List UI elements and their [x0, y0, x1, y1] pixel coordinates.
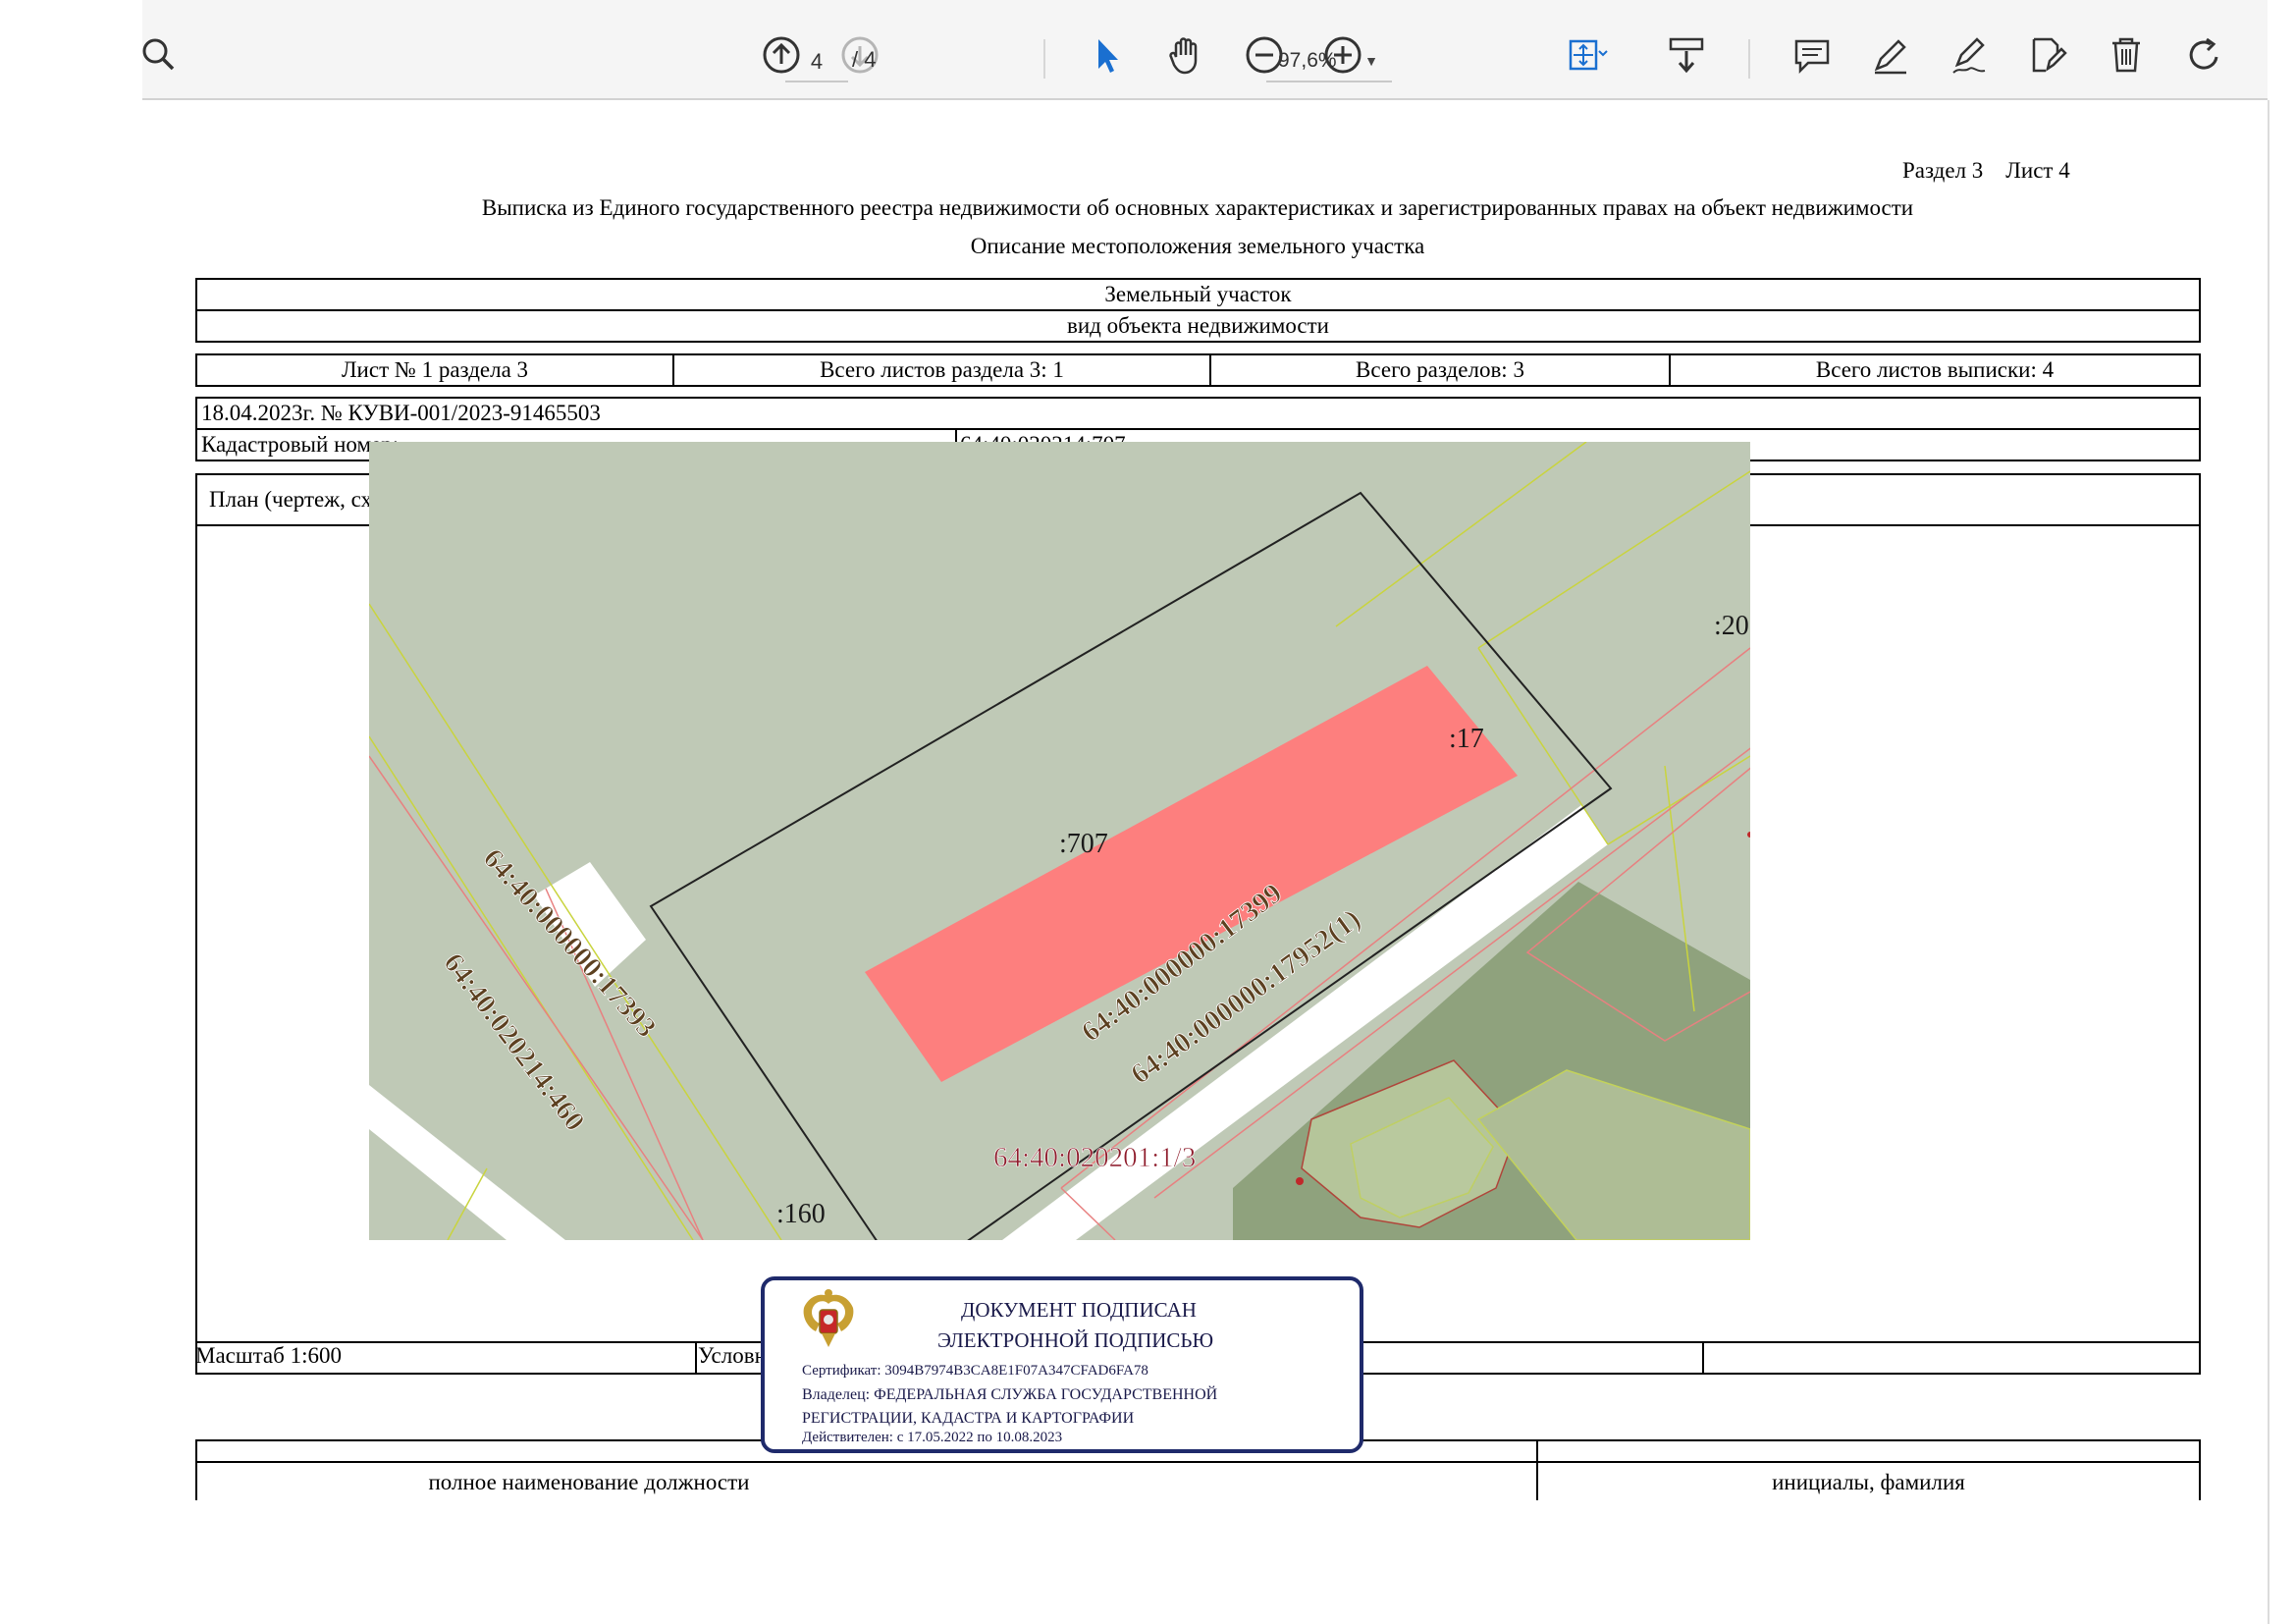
scale-label: Масштаб 1:600 [195, 1343, 342, 1368]
sheet-number-cell: Лист № 1 раздела 3 [195, 353, 674, 387]
document-title: Выписка из Единого государственного реес… [481, 195, 1914, 220]
stamp-line2: ЭЛЕКТРОННОЙ ПОДПИСЬЮ [937, 1328, 1214, 1352]
cadastral-map: :707 :17 :160 :20 64:40:000000:17393 64:… [369, 442, 1750, 1240]
label-17: :17 [1449, 724, 1484, 754]
electronic-signature-stamp: ДОКУМЕНТ ПОДПИСАН ЭЛЕКТРОННОЙ ПОДПИСЬЮ С… [761, 1276, 1363, 1453]
page-total: / 4 [852, 47, 877, 72]
object-type: Земельный участок [1104, 282, 1292, 306]
object-type-caption-cell: вид объекта недвижимости [195, 309, 2201, 343]
document-subtitle: Описание местоположения земельного участ… [970, 234, 1425, 258]
sign-icon[interactable] [1946, 31, 1993, 79]
zoom-value: 97,6% [1278, 49, 1337, 72]
section-sheet-label: Раздел 3 Лист 4 [1902, 158, 2070, 183]
position-caption: полное наименование должности [428, 1470, 750, 1494]
edit-pdf-icon[interactable] [2024, 31, 2071, 79]
total-sheets-section-cell: Всего листов раздела 3: 1 [672, 353, 1211, 387]
scroll-mode-icon[interactable] [1663, 31, 1710, 79]
toolbar-divider [1043, 39, 1045, 79]
cell-divider [1702, 1341, 1704, 1375]
label-160: :160 [776, 1199, 826, 1229]
stamp-line1: ДОКУМЕНТ ПОДПИСАН [961, 1298, 1197, 1322]
total-sections: Всего разделов: 3 [1356, 357, 1524, 382]
object-type-caption: вид объекта недвижимости [1067, 313, 1329, 338]
label-20: :20 [1714, 611, 1749, 641]
total-sections-cell: Всего разделов: 3 [1209, 353, 1671, 387]
object-type-cell: Земельный участок [195, 278, 2201, 311]
label-707: :707 [1059, 829, 1108, 859]
sheet-number: Лист № 1 раздела 3 [341, 357, 529, 382]
label-parcel-1-3: 64:40:020201:1/3 [993, 1142, 1196, 1173]
total-sheets-extract-cell: Всего листов выписки: 4 [1669, 353, 2201, 387]
comment-icon[interactable] [1789, 31, 1836, 79]
chevron-down-icon: ▼ [1364, 53, 1378, 69]
cell-divider [695, 1341, 697, 1375]
total-sheets-section: Всего листов раздела 3: 1 [820, 357, 1064, 382]
delete-icon[interactable] [2103, 31, 2150, 79]
coat-of-arms-icon [803, 1289, 854, 1347]
signature-border-right [2199, 1439, 2201, 1500]
date-number: 18.04.2023г. № КУВИ-001/2023-91465503 [201, 401, 601, 425]
highlight-icon[interactable] [1867, 31, 1914, 79]
search-icon[interactable] [137, 31, 185, 79]
stamp-certificate: Сертификат: 3094B7974B3CA8E1F07A347CFAD6… [802, 1363, 1148, 1379]
page-edge [2268, 100, 2269, 1624]
map-point [1296, 1177, 1304, 1185]
signature-line-mid [195, 1461, 2201, 1463]
page-number-input[interactable] [785, 43, 848, 82]
total-sheets-extract: Всего листов выписки: 4 [1815, 357, 2055, 382]
stamp-owner2: РЕГИСТРАЦИИ, КАДАСТРА И КАРТОГРАФИИ [802, 1410, 1135, 1427]
select-cursor-icon[interactable] [1084, 31, 1131, 79]
date-number-cell: 18.04.2023г. № КУВИ-001/2023-91465503 [195, 397, 2201, 430]
rotate-icon[interactable] [2181, 31, 2228, 79]
hand-tool-icon[interactable] [1162, 31, 1209, 79]
stamp-valid: Действителен: с 17.05.2022 по 10.08.2023 [802, 1430, 1063, 1445]
zoom-select[interactable]: 97,6% ▼ [1266, 43, 1392, 82]
fit-page-icon[interactable] [1563, 31, 1610, 79]
toolbar-divider [1748, 39, 1750, 79]
stamp-owner1: Владелец: ФЕДЕРАЛЬНАЯ СЛУЖБА ГОСУДАРСТВЕ… [802, 1386, 1218, 1403]
name-caption: инициалы, фамилия [1772, 1470, 1965, 1494]
